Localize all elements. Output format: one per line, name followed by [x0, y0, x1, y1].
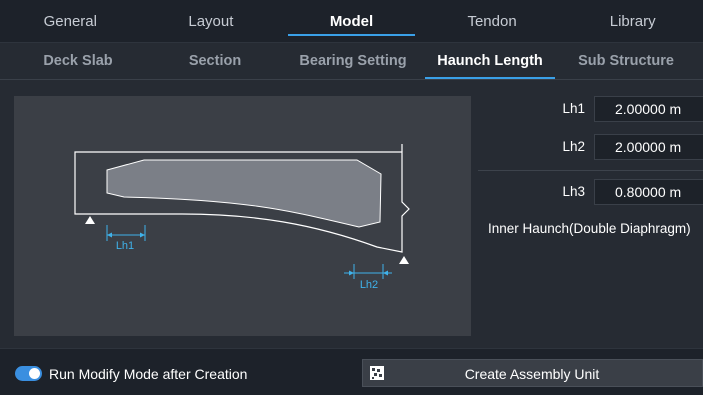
right-bearing-icon	[399, 256, 409, 264]
lh3-label: Lh3	[562, 184, 585, 199]
left-bearing-icon	[85, 216, 95, 224]
top-tab-bar: General Layout Model Tendon Library	[0, 0, 703, 43]
bottom-bar: Run Modify Mode after Creation Create As…	[0, 348, 703, 395]
lh2-dimension	[344, 264, 392, 279]
tab-model[interactable]: Model	[281, 0, 422, 42]
create-assembly-unit-button[interactable]: Create Assembly Unit	[362, 359, 703, 387]
tab-layout[interactable]: Layout	[141, 0, 282, 42]
inner-haunch-label: Inner Haunch(Double Diaphragm)	[488, 221, 691, 236]
haunch-diagram: Lh1 Lh2	[14, 96, 471, 336]
field-separator	[478, 170, 703, 171]
subtab-sub-structure[interactable]: Sub Structure	[573, 43, 679, 79]
subtab-section[interactable]: Section	[185, 43, 245, 79]
lh2-dimension-label: Lh2	[360, 279, 378, 291]
lh1-input[interactable]	[594, 96, 703, 122]
toggle-knob	[29, 368, 40, 379]
lh2-label: Lh2	[562, 139, 585, 154]
lh2-input[interactable]	[594, 134, 703, 160]
sub-tab-bar: Deck Slab Section Bearing Setting Haunch…	[0, 43, 703, 80]
lh1-label: Lh1	[562, 101, 585, 116]
subtab-deck-slab[interactable]: Deck Slab	[40, 43, 116, 79]
modify-mode-label: Run Modify Mode after Creation	[49, 366, 248, 382]
modify-mode-toggle[interactable]	[15, 366, 42, 381]
subtab-haunch-length[interactable]: Haunch Length	[425, 43, 555, 79]
haunch-diagram-svg: Lh1 Lh2	[74, 144, 410, 291]
tab-general[interactable]: General	[0, 0, 141, 42]
tab-library[interactable]: Library	[562, 0, 703, 42]
lh1-dimension	[106, 225, 146, 241]
tab-tendon[interactable]: Tendon	[422, 0, 563, 42]
subtab-bearing-setting[interactable]: Bearing Setting	[298, 43, 408, 79]
create-button-label: Create Assembly Unit	[464, 366, 600, 382]
lh1-dimension-label: Lh1	[116, 240, 134, 252]
lh3-input[interactable]	[594, 179, 703, 205]
